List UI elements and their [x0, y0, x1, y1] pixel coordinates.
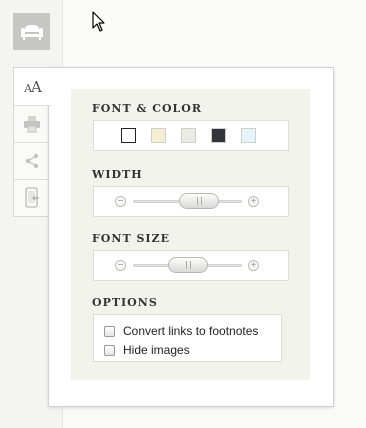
- swatch-white[interactable]: [121, 128, 136, 143]
- app-logo-button[interactable]: [13, 13, 50, 50]
- text-size-icon: AA: [24, 77, 42, 96]
- printer-icon: [24, 116, 40, 133]
- swatch-dark[interactable]: [211, 128, 226, 143]
- option-label: Hide images: [123, 343, 190, 357]
- hide-images-checkbox[interactable]: [104, 344, 115, 356]
- tool-tabs: AA: [13, 67, 51, 217]
- swatch-light-gray[interactable]: [181, 128, 196, 143]
- width-increase-button[interactable]: +: [248, 196, 259, 207]
- share-icon: [25, 153, 39, 169]
- options-box: Convert links to footnotes Hide images: [93, 314, 282, 362]
- send-to-device-icon: [25, 187, 39, 208]
- font-size-heading: FONT SIZE: [92, 232, 170, 245]
- tab-share[interactable]: [14, 143, 50, 180]
- swatch-sepia[interactable]: [151, 128, 166, 143]
- font-color-heading: FONT & COLOR: [92, 102, 203, 115]
- swatch-light-blue[interactable]: [241, 128, 256, 143]
- tab-print[interactable]: [14, 106, 50, 143]
- text-settings-popup: FONT & COLOR WIDTH − + FONT SIZE − + OPT…: [48, 67, 334, 407]
- font-size-decrease-button[interactable]: −: [115, 260, 126, 271]
- width-decrease-button[interactable]: −: [115, 196, 126, 207]
- font-size-increase-button[interactable]: +: [248, 260, 259, 271]
- width-slider-handle[interactable]: [179, 193, 220, 209]
- option-hide-images[interactable]: Hide images: [104, 342, 190, 358]
- settings-panel: FONT & COLOR WIDTH − + FONT SIZE − + OPT…: [71, 89, 310, 380]
- width-slider-box: − +: [93, 186, 289, 217]
- mouse-cursor-icon: [92, 11, 105, 32]
- option-label: Convert links to footnotes: [123, 324, 259, 338]
- tab-send-to-device[interactable]: [14, 180, 50, 216]
- width-heading: WIDTH: [92, 168, 143, 181]
- armchair-icon: [20, 24, 43, 40]
- font-size-slider-handle[interactable]: [167, 257, 208, 273]
- font-size-slider-box: − +: [93, 250, 289, 281]
- tab-text-settings[interactable]: AA: [14, 68, 51, 106]
- color-swatch-row: [93, 120, 289, 151]
- option-convert-links[interactable]: Convert links to footnotes: [104, 323, 258, 339]
- options-heading: OPTIONS: [92, 296, 158, 309]
- convert-links-checkbox[interactable]: [104, 325, 115, 337]
